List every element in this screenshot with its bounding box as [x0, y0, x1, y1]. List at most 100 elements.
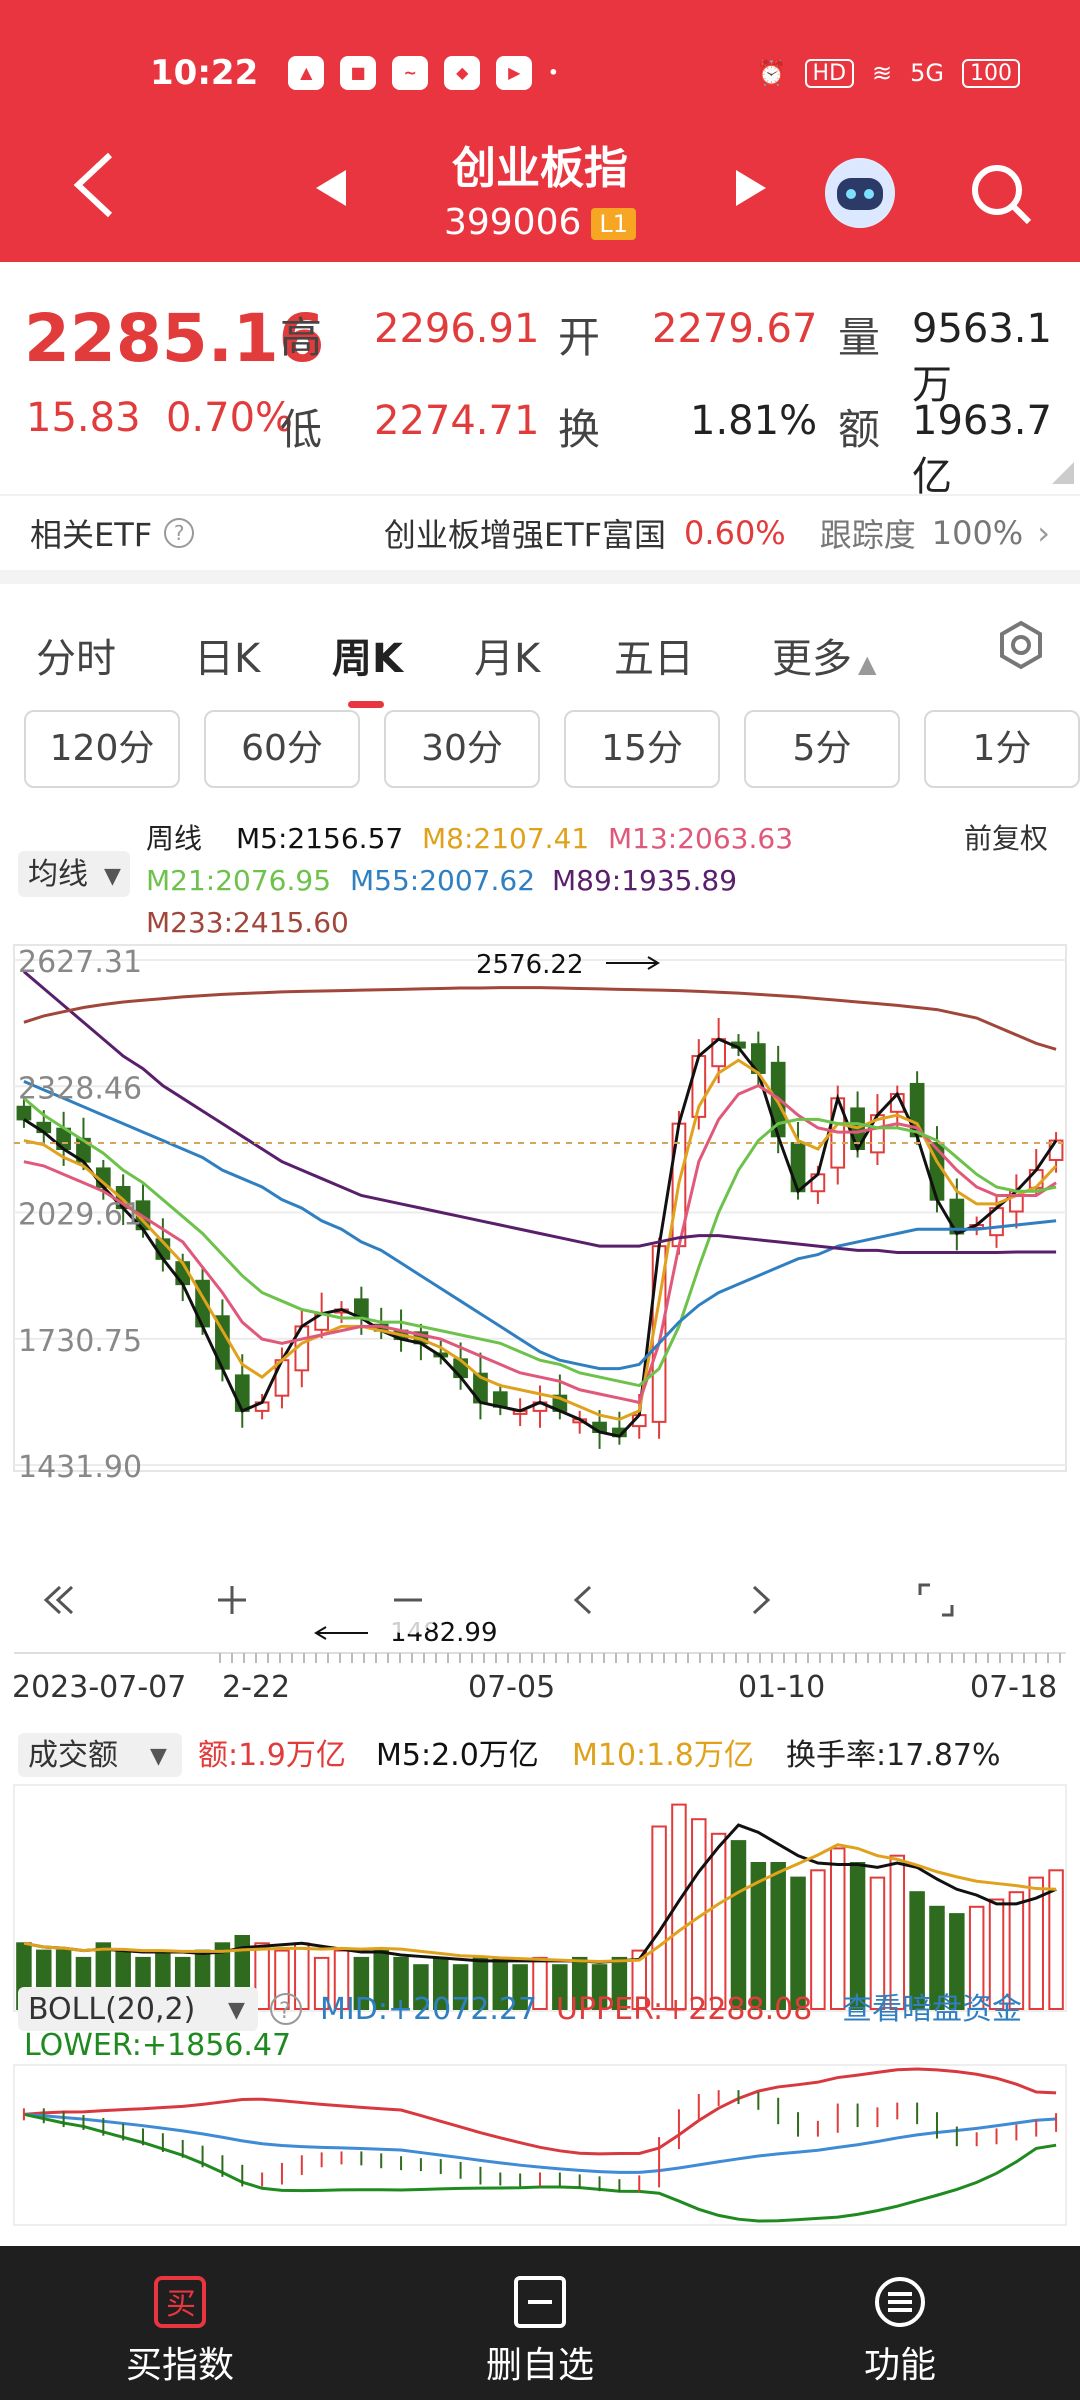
buy-index-button[interactable]: 买 买指数 — [50, 2246, 310, 2388]
volume-bar — [651, 1825, 667, 2010]
svg-text:?: ? — [279, 1999, 291, 2024]
amount-legend: 额:1.9万亿 — [198, 1738, 346, 1773]
low-label: 低 — [280, 405, 323, 454]
functions-button[interactable]: 功能 — [770, 2246, 1030, 2388]
candle-body — [16, 1105, 32, 1121]
boll-selector[interactable]: BOLL(20,2) — [28, 1992, 195, 2027]
scroll-left-button[interactable] — [22, 1566, 90, 1634]
volume-bar — [770, 1862, 786, 2010]
tab-more[interactable]: 更多 ▲ — [772, 626, 876, 684]
tab-monthly-k[interactable]: 月K — [474, 626, 540, 684]
y-tick-labels: 2627.31 2328.46 2029.61 1730.75 1431.90 — [18, 945, 142, 1485]
chevron-down-icon: ▼ — [228, 1998, 245, 2023]
period-15min[interactable]: 15分 — [564, 710, 720, 788]
step-right-button[interactable] — [726, 1566, 794, 1634]
bottom-toolbar: 买 买指数 删自选 功能 — [0, 2246, 1080, 2400]
more-dot-icon: • — [548, 63, 559, 82]
related-etf-row[interactable]: 相关ETF ? 创业板增强ETF富国 0.60% 跟踪度 100% › — [0, 494, 1080, 584]
amount-value: 1963.7亿 — [912, 398, 1052, 500]
candle-body — [790, 1142, 806, 1193]
volume-bar — [889, 1854, 906, 2010]
ma-selector[interactable]: 均线 — [28, 857, 88, 892]
chevron-down-icon: ▼ — [150, 1744, 167, 1769]
battery-icon: 100 — [962, 58, 1020, 88]
y-tick-label-4: 1431.90 — [18, 1450, 142, 1485]
chart-settings-icon[interactable] — [996, 620, 1046, 670]
period-60min[interactable]: 60分 — [204, 710, 360, 788]
tab-daily-k[interactable]: 日K — [194, 626, 260, 684]
ma-line-m233 — [23, 986, 1057, 1051]
step-left-button[interactable] — [550, 1566, 618, 1634]
expand-corner-icon[interactable] — [1052, 462, 1074, 484]
volume-bar — [829, 1847, 846, 2011]
fullscreen-button[interactable] — [902, 1566, 970, 1634]
minus-square-icon — [514, 2276, 566, 2328]
volume-selector[interactable]: 成交额 — [28, 1738, 118, 1773]
help-icon[interactable]: ? — [164, 518, 195, 548]
candle-body — [234, 1374, 250, 1412]
volume-bar — [730, 1840, 747, 2010]
remove-watchlist-button[interactable]: 删自选 — [410, 2246, 670, 2388]
adjust-type[interactable]: 前复权 — [964, 822, 1048, 855]
high-annotation: 2576.22 — [476, 950, 584, 980]
y-tick-label-2: 2029.61 — [18, 1198, 142, 1233]
boll-mid: MID:+2072.27 — [320, 1992, 537, 2027]
etf-label: 相关ETF — [30, 516, 153, 554]
open-label: 开 — [558, 313, 601, 362]
change-pct: 0.70% — [165, 395, 294, 441]
zoom-out-button[interactable] — [374, 1566, 442, 1634]
search-icon[interactable] — [965, 158, 1035, 228]
next-stock-icon[interactable] — [734, 170, 766, 206]
zoom-in-button[interactable] — [198, 1566, 266, 1634]
ma-lines-group — [22, 970, 1058, 1438]
volume-bar — [710, 1832, 727, 2010]
y-tick-label-3: 1730.75 — [18, 1324, 142, 1359]
boll-mid-line — [23, 2112, 1057, 2174]
period-1min[interactable]: 1分 — [924, 710, 1080, 788]
turnover-label: 换 — [558, 405, 601, 454]
robot-assistant-icon[interactable] — [825, 158, 895, 228]
x-tick-2: 2-22 — [222, 1670, 290, 1705]
stock-code: 399006 — [443, 202, 582, 243]
tab-intraday[interactable]: 分时 — [36, 626, 116, 684]
track-label: 跟踪度 — [819, 516, 916, 554]
chart-area[interactable]: 均线 ▼ 周线 M5:2156.57 M8:2107.41 M13:2063.6… — [0, 815, 1080, 2230]
ma-line-m13 — [23, 1083, 1057, 1405]
signal-icon: 5G — [910, 59, 944, 87]
legend-m55: M55:2007.62 — [350, 864, 535, 897]
kline-chart-svg[interactable]: 均线 ▼ 周线 M5:2156.57 M8:2107.41 M13:2063.6… — [0, 815, 1080, 2230]
dark-pool-link[interactable]: 查看暗盘资金 — [842, 1992, 1022, 2027]
open-value: 2279.67 — [652, 306, 818, 352]
x-tick-4: 01-10 — [738, 1670, 825, 1705]
high-label: 高 — [280, 313, 323, 362]
y-tick-label-1: 2328.46 — [18, 1071, 142, 1106]
tab-weekly-k[interactable]: 周K — [332, 626, 403, 708]
boll-upper-line — [23, 2067, 1057, 2156]
svg-text:买: 买 — [166, 2287, 196, 2322]
period-buttons: 120分 60分 30分 15分 5分 1分 — [0, 710, 1080, 790]
period-label: 周线 — [146, 822, 202, 855]
chevron-right-icon: › — [1037, 514, 1050, 552]
track-value: 100% — [931, 514, 1024, 552]
alarm-icon: ⏰ — [756, 59, 787, 87]
remove-watchlist-label: 删自选 — [485, 2345, 594, 2386]
header-bar: 10:22 ▲ ■ ~ ◆ ▶ • ⏰ HD ≋ 5G 100 创业板指 399… — [0, 0, 1080, 262]
hd-icon: HD — [804, 58, 855, 88]
turnover-value: 1.81% — [690, 398, 818, 444]
period-5min[interactable]: 5分 — [744, 710, 900, 788]
period-120min[interactable]: 120分 — [24, 710, 180, 788]
etf-fund-name: 创业板增强ETF富国 — [383, 516, 667, 554]
volume-bar — [810, 1869, 826, 2011]
boll-upper: UPPER:+2288.08 — [556, 1992, 812, 2027]
boll-plot-frame — [13, 2064, 1067, 2226]
x-tick-5: 07-18 — [970, 1670, 1057, 1705]
tab-five-day[interactable]: 五日 — [614, 626, 694, 684]
boll-lower: LOWER:+1856.47 — [24, 2028, 291, 2063]
chart-tabs: 分时 日K 周K 月K 五日 更多 ▲ — [0, 600, 1080, 708]
app-notification-icon: ▲ — [288, 56, 325, 90]
x-tick-start: 2023-07-07 — [12, 1670, 186, 1705]
wifi-icon: ≋ — [872, 59, 893, 87]
period-30min[interactable]: 30分 — [384, 710, 540, 788]
low-value: 2274.71 — [374, 398, 540, 444]
x-axis-minor-ticks — [219, 1653, 1061, 1663]
